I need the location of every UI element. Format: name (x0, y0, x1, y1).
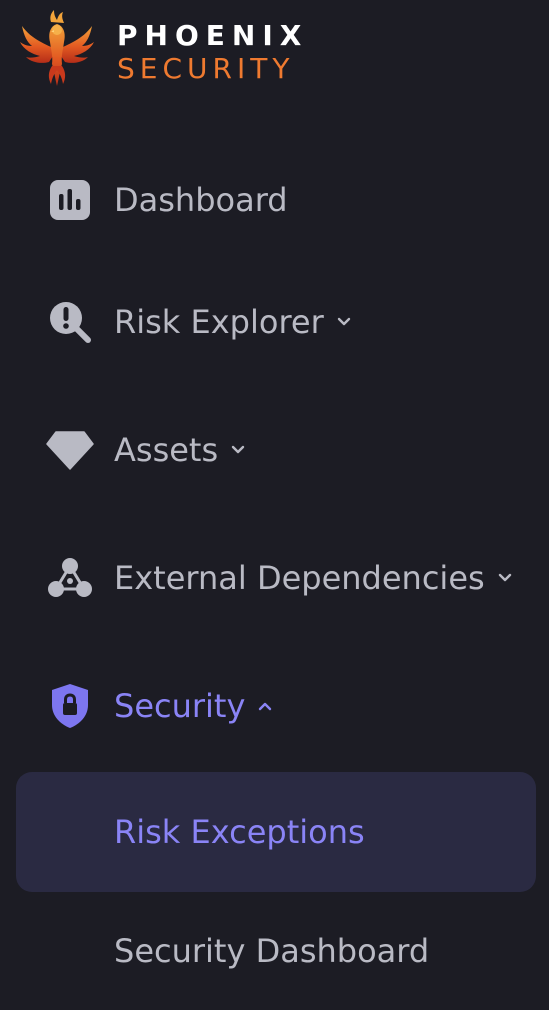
sidebar-item-label-text: Assets (114, 431, 219, 469)
sidebar-item-label: Dashboard (114, 181, 288, 219)
molecule-icon (45, 553, 95, 603)
chevron-down-icon (337, 317, 350, 326)
chevron-down-icon (231, 445, 245, 454)
brand-name-line1: PHOENIX (117, 19, 309, 52)
sidebar-item-label-text: External Dependencies (114, 559, 485, 597)
sidebar-item-label: External Dependencies (114, 558, 513, 598)
sidebar-item-dashboard[interactable]: Dashboard (0, 170, 549, 230)
sidebar-item-label: Assets (114, 430, 246, 470)
chevron-up-icon (259, 702, 272, 711)
brand-logo[interactable]: PHOENIX SECURITY (18, 10, 338, 92)
sidebar-item-label: Risk Explorer (114, 302, 352, 342)
sidebar-subitem-security-dashboard[interactable]: Security Dashboard (16, 891, 536, 1010)
brand-name-line2: SECURITY (117, 52, 295, 85)
sidebar-item-label-text: Security (114, 687, 246, 725)
sidebar-item-security[interactable]: Security (0, 676, 549, 736)
sidebar-subitem-risk-exceptions[interactable]: Risk Exceptions (16, 772, 536, 892)
sidebar: PHOENIX SECURITY Dashboard Risk Explorer (0, 0, 549, 1010)
bar-chart-icon (45, 175, 95, 225)
sidebar-item-external-dependencies[interactable]: External Dependencies (0, 548, 549, 608)
shield-lock-icon (45, 681, 95, 731)
phoenix-logo-icon (20, 10, 94, 86)
sidebar-subitem-label: Security Dashboard (114, 932, 430, 970)
sidebar-item-assets[interactable]: Assets (0, 420, 549, 480)
magnify-alert-icon (45, 297, 95, 347)
sidebar-item-risk-explorer[interactable]: Risk Explorer (0, 292, 549, 352)
sidebar-item-label-text: Risk Explorer (114, 303, 324, 341)
diamond-icon (45, 425, 95, 475)
sidebar-subitem-label: Risk Exceptions (114, 813, 365, 851)
sidebar-item-label: Security (114, 686, 273, 726)
chevron-down-icon (498, 573, 511, 582)
